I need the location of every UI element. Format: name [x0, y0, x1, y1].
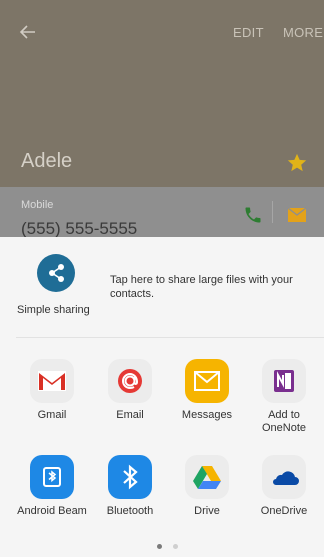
share-app-bluetooth[interactable]: Bluetooth: [92, 455, 168, 518]
simple-sharing-icon: [37, 254, 75, 292]
message-icon[interactable]: [287, 206, 307, 224]
share-app-onenote[interactable]: Add to OneNote: [246, 359, 322, 435]
page-indicator-inactive: [173, 544, 178, 549]
share-app-gmail[interactable]: Gmail: [14, 359, 90, 422]
page-indicator-active: [157, 544, 162, 549]
contact-name: Adele: [21, 150, 73, 172]
share-app-messages[interactable]: Messages: [169, 359, 245, 422]
app-label: Drive: [194, 505, 220, 517]
edit-button[interactable]: EDIT: [233, 25, 264, 40]
share-sheet: Simple sharing Tap here to share large f…: [0, 237, 324, 557]
app-label: Email: [116, 409, 144, 421]
simple-sharing-label: Simple sharing: [17, 304, 90, 316]
drive-icon: [185, 455, 229, 499]
more-button[interactable]: MORE: [283, 25, 323, 40]
favorite-star-icon[interactable]: [286, 152, 308, 174]
simple-sharing-description: Tap here to share large files with your …: [110, 274, 293, 300]
email-icon: [108, 359, 152, 403]
app-label: Messages: [181, 409, 233, 421]
share-app-onedrive[interactable]: OneDrive: [246, 455, 322, 518]
simple-sharing-row[interactable]: Simple sharing Tap here to share large f…: [0, 237, 324, 337]
app-label: Android Beam: [17, 505, 87, 517]
call-icon[interactable]: [243, 205, 263, 225]
onedrive-icon: [262, 455, 306, 499]
share-app-drive[interactable]: Drive: [169, 455, 245, 518]
app-label: Bluetooth: [106, 505, 154, 517]
gmail-icon: [30, 359, 74, 403]
row-divider: [272, 201, 273, 223]
phone-type-label: Mobile: [21, 199, 54, 211]
app-label: Gmail: [37, 409, 67, 421]
back-arrow-icon[interactable]: [16, 20, 40, 44]
phone-number: (555) 555-5555: [21, 219, 138, 238]
onenote-icon: [262, 359, 306, 403]
app-label: OneDrive: [260, 505, 308, 517]
bluetooth-icon: [108, 455, 152, 499]
share-app-email[interactable]: Email: [92, 359, 168, 422]
android-beam-icon: [30, 455, 74, 499]
app-label: Add to OneNote: [261, 409, 307, 434]
contact-phone-row[interactable]: Mobile (555) 555-5555: [0, 187, 324, 238]
section-divider: [16, 337, 324, 338]
share-app-android-beam[interactable]: Android Beam: [14, 455, 90, 518]
contact-header: EDIT MORE Adele: [0, 0, 324, 187]
messages-icon: [185, 359, 229, 403]
